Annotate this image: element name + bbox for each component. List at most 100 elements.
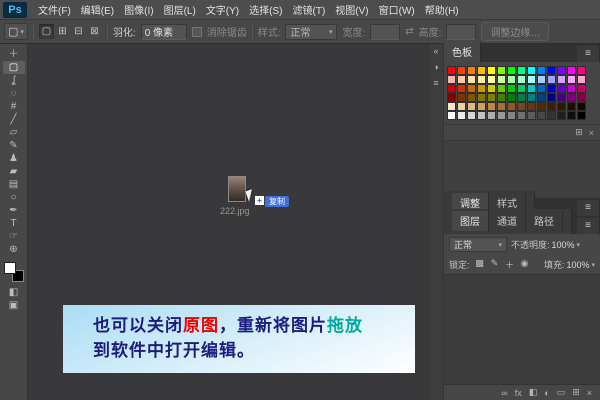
color-swatch[interactable] xyxy=(537,111,546,120)
color-swatch[interactable] xyxy=(477,93,486,102)
color-swatch[interactable] xyxy=(517,93,526,102)
color-swatch[interactable] xyxy=(527,102,536,111)
color-swatch[interactable] xyxy=(497,111,506,120)
quick-mask-icon[interactable]: ◧ xyxy=(3,286,25,299)
color-swatch[interactable] xyxy=(577,75,586,84)
color-swatch[interactable] xyxy=(577,102,586,111)
crop-tool[interactable]: # xyxy=(3,100,25,113)
menu-item[interactable]: 图像(I) xyxy=(119,0,158,19)
color-swatch[interactable] xyxy=(537,66,546,75)
color-swatch[interactable] xyxy=(457,111,466,120)
color-swatch[interactable] xyxy=(567,66,576,75)
new-swatch-icon[interactable]: ⊞ xyxy=(575,127,583,138)
lock-transparent-pixels-icon[interactable]: ▩ xyxy=(474,258,486,271)
color-swatch[interactable] xyxy=(477,102,486,111)
color-swatch[interactable] xyxy=(467,75,476,84)
swap-dimensions-icon[interactable]: ⇄ xyxy=(405,26,413,37)
color-swatch[interactable] xyxy=(507,93,516,102)
style-dropdown[interactable]: 正常 ▾ xyxy=(285,24,337,40)
color-swatch[interactable] xyxy=(517,66,526,75)
color-swatch[interactable] xyxy=(497,66,506,75)
color-swatch[interactable] xyxy=(447,93,456,102)
antialias-checkbox[interactable] xyxy=(192,27,202,37)
color-swatch[interactable] xyxy=(557,111,566,120)
color-swatch[interactable] xyxy=(537,84,546,93)
color-swatch[interactable] xyxy=(517,84,526,93)
layers-list[interactable] xyxy=(444,274,600,384)
color-swatch[interactable] xyxy=(457,75,466,84)
panel-menu-icon[interactable]: ≡ xyxy=(577,200,600,216)
color-swatch[interactable] xyxy=(477,66,486,75)
color-swatch[interactable] xyxy=(527,93,536,102)
layer-style-icon[interactable]: fx xyxy=(515,388,522,398)
menu-item[interactable]: 编辑(E) xyxy=(76,0,119,19)
color-swatch[interactable] xyxy=(507,75,516,84)
color-swatch[interactable] xyxy=(557,102,566,111)
color-swatch[interactable] xyxy=(567,75,576,84)
collapsed-color-panel-icon[interactable]: ◑ xyxy=(433,62,438,72)
color-swatch[interactable] xyxy=(507,102,516,111)
menu-item[interactable]: 图层(L) xyxy=(159,0,201,19)
new-selection-icon[interactable]: ▢ xyxy=(39,24,54,39)
color-swatch[interactable] xyxy=(567,84,576,93)
adjustment-layer-icon[interactable]: ◐ xyxy=(544,388,549,398)
color-swatch[interactable] xyxy=(457,66,466,75)
color-swatch[interactable] xyxy=(527,66,536,75)
menu-item[interactable]: 帮助(H) xyxy=(420,0,464,19)
eyedropper-tool[interactable]: ╱ xyxy=(3,113,25,126)
color-swatch[interactable] xyxy=(527,75,536,84)
menu-item[interactable]: 视图(V) xyxy=(330,0,373,19)
color-swatch[interactable] xyxy=(447,66,456,75)
color-swatch[interactable] xyxy=(567,111,576,120)
color-swatch[interactable] xyxy=(517,111,526,120)
tab-paths[interactable]: 路径 xyxy=(526,211,563,231)
collapsed-properties-panel-icon[interactable]: ≡ xyxy=(433,78,438,88)
tab-layers[interactable]: 图层 xyxy=(452,211,489,231)
lock-all-icon[interactable]: ◉ xyxy=(519,258,531,271)
move-tool[interactable]: ＋ xyxy=(3,48,25,61)
color-swatch[interactable] xyxy=(467,84,476,93)
collapse-dock-icon[interactable]: « xyxy=(433,46,438,56)
new-layer-icon[interactable]: ⊞ xyxy=(572,387,580,398)
height-input[interactable] xyxy=(446,24,476,40)
color-swatch[interactable] xyxy=(507,84,516,93)
color-swatch[interactable] xyxy=(467,66,476,75)
clone-stamp-tool[interactable]: ♟ xyxy=(3,152,25,165)
color-swatch[interactable] xyxy=(537,75,546,84)
color-swatch[interactable] xyxy=(497,102,506,111)
color-swatch[interactable] xyxy=(457,84,466,93)
color-swatch[interactable] xyxy=(517,75,526,84)
color-swatch[interactable] xyxy=(537,102,546,111)
color-swatch[interactable] xyxy=(557,93,566,102)
refine-edge-button[interactable]: 调整边缘… xyxy=(481,22,549,41)
color-swatch[interactable] xyxy=(567,102,576,111)
color-swatch[interactable] xyxy=(547,84,556,93)
color-swatch[interactable] xyxy=(547,111,556,120)
rectangular-marquee-tool[interactable]: ▢ xyxy=(3,61,25,74)
color-swatch[interactable] xyxy=(517,102,526,111)
color-swatch[interactable] xyxy=(577,66,586,75)
color-swatch[interactable] xyxy=(477,111,486,120)
color-swatch[interactable] xyxy=(487,102,496,111)
color-swatch[interactable] xyxy=(567,93,576,102)
color-swatch[interactable] xyxy=(557,84,566,93)
color-swatch-widget[interactable] xyxy=(4,262,24,282)
foreground-color-swatch[interactable] xyxy=(4,262,16,274)
screen-mode-icon[interactable]: ▣ xyxy=(3,299,25,312)
color-swatch[interactable] xyxy=(577,93,586,102)
color-swatch[interactable] xyxy=(487,84,496,93)
color-swatch[interactable] xyxy=(467,93,476,102)
tab-swatches[interactable]: 色板 xyxy=(444,42,481,62)
brush-tool[interactable]: ✎ xyxy=(3,139,25,152)
color-swatch[interactable] xyxy=(487,111,496,120)
menu-item[interactable]: 文件(F) xyxy=(33,0,76,19)
color-swatch[interactable] xyxy=(577,111,586,120)
feather-input[interactable] xyxy=(141,24,187,40)
menu-item[interactable]: 滤镜(T) xyxy=(288,0,331,19)
color-swatch[interactable] xyxy=(507,111,516,120)
width-input[interactable] xyxy=(370,24,400,40)
color-swatch[interactable] xyxy=(457,93,466,102)
color-swatch[interactable] xyxy=(527,84,536,93)
blend-mode-dropdown[interactable]: 正常 ▾ xyxy=(449,237,507,252)
healing-brush-tool[interactable]: ▱ xyxy=(3,126,25,139)
